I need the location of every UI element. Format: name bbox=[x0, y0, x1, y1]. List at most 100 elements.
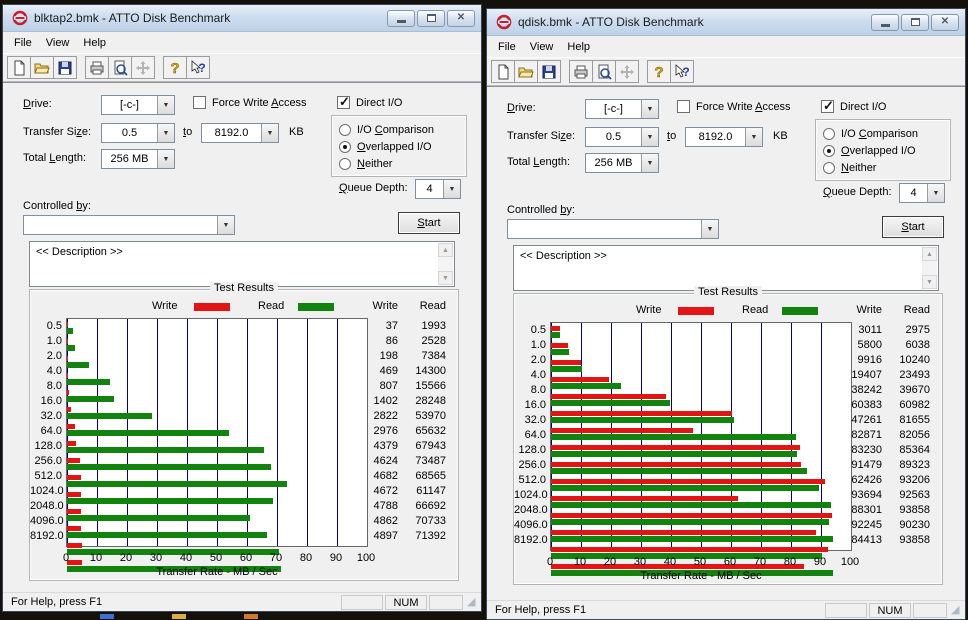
read-bar bbox=[551, 332, 560, 338]
desktop-icon-fragment bbox=[172, 614, 186, 619]
print-preview-button[interactable] bbox=[592, 60, 616, 83]
chevron-down-icon[interactable]: ▼ bbox=[217, 216, 234, 234]
open-button[interactable] bbox=[30, 56, 54, 79]
print-preview-button[interactable] bbox=[108, 56, 132, 79]
direct-io-checkbox[interactable]: Direct I/O bbox=[337, 96, 402, 109]
transfer-to-select[interactable]: 8192.0▼ bbox=[685, 127, 763, 147]
read-value: 28248 bbox=[396, 394, 446, 409]
help-button[interactable]: ? bbox=[647, 60, 671, 83]
controlled-by-select[interactable]: ▼ bbox=[23, 215, 235, 235]
print-button[interactable] bbox=[569, 60, 593, 83]
chevron-down-icon[interactable]: ▼ bbox=[927, 184, 944, 202]
titlebar[interactable]: qdisk.bmk - ATTO Disk Benchmark ✕ bbox=[487, 9, 965, 36]
x-axis-tick: 20 bbox=[604, 556, 616, 568]
chart-row bbox=[551, 411, 851, 426]
save-button[interactable] bbox=[537, 60, 561, 83]
print-button[interactable] bbox=[85, 56, 109, 79]
y-axis-label: 4096.0 bbox=[514, 518, 546, 533]
minimize-icon bbox=[881, 24, 890, 27]
y-axis-label: 2048.0 bbox=[514, 503, 546, 518]
scroll-down-icon[interactable]: ▼ bbox=[922, 275, 937, 289]
x-axis-tick: 40 bbox=[664, 556, 676, 568]
drive-select[interactable]: [-c-]▼ bbox=[585, 99, 659, 119]
chevron-down-icon[interactable]: ▼ bbox=[261, 124, 278, 142]
chevron-down-icon[interactable]: ▼ bbox=[157, 96, 174, 114]
radio-io-comparison[interactable]: I/O Comparison bbox=[339, 121, 466, 138]
context-help-button[interactable]: ? bbox=[670, 60, 694, 83]
menu-file[interactable]: File bbox=[491, 39, 523, 55]
chevron-down-icon[interactable]: ▼ bbox=[641, 128, 658, 146]
plot-area bbox=[550, 322, 852, 551]
direct-io-checkbox[interactable]: Direct I/O bbox=[821, 100, 886, 113]
minimize-button[interactable] bbox=[387, 10, 415, 27]
radio-neither[interactable]: Neither bbox=[339, 155, 466, 172]
new-button[interactable] bbox=[7, 56, 31, 79]
resize-grip[interactable]: ◢ bbox=[951, 604, 964, 617]
close-button[interactable]: ✕ bbox=[931, 14, 959, 31]
force-write-access-checkbox[interactable]: Force Write Access bbox=[677, 100, 791, 113]
resize-grip[interactable]: ◢ bbox=[467, 596, 480, 609]
total-length-select[interactable]: 256 MB▼ bbox=[585, 153, 659, 173]
chevron-down-icon[interactable]: ▼ bbox=[701, 220, 718, 238]
chevron-down-icon[interactable]: ▼ bbox=[157, 150, 174, 168]
radio-io-comparison[interactable]: I/O Comparison bbox=[823, 125, 950, 142]
pan-arrows-icon bbox=[619, 64, 635, 80]
chart-row bbox=[551, 377, 851, 392]
queue-depth-select[interactable]: 4▼ bbox=[899, 183, 945, 203]
menu-view[interactable]: View bbox=[39, 35, 77, 51]
chevron-down-icon[interactable]: ▼ bbox=[641, 154, 658, 172]
radio-overlapped-io[interactable]: Overlapped I/O bbox=[823, 142, 950, 159]
menu-view[interactable]: View bbox=[523, 39, 561, 55]
write-bar bbox=[551, 513, 832, 518]
minimize-button[interactable] bbox=[871, 14, 899, 31]
total-length-label: Total Length: bbox=[507, 156, 570, 168]
legend-write-label: Write bbox=[636, 304, 661, 316]
maximize-button[interactable] bbox=[901, 14, 929, 31]
chart-row bbox=[551, 445, 851, 460]
chevron-down-icon[interactable]: ▼ bbox=[157, 124, 174, 142]
help-icon: ? bbox=[167, 60, 183, 76]
help-button[interactable]: ? bbox=[163, 56, 187, 79]
legend-write-swatch bbox=[678, 307, 714, 315]
controlled-by-select[interactable]: ▼ bbox=[507, 219, 719, 239]
description-box[interactable]: << Description >> ▲ ▼ bbox=[513, 245, 939, 291]
description-box[interactable]: << Description >> ▲ ▼ bbox=[29, 241, 455, 287]
pan-button[interactable] bbox=[131, 56, 155, 79]
description-scrollbar[interactable]: ▲ ▼ bbox=[922, 247, 937, 289]
total-length-select[interactable]: 256 MB▼ bbox=[101, 149, 175, 169]
chevron-down-icon[interactable]: ▼ bbox=[443, 180, 460, 198]
new-button[interactable] bbox=[491, 60, 515, 83]
transfer-from-select[interactable]: 0.5▼ bbox=[101, 123, 175, 143]
y-axis-label: 2.0 bbox=[30, 349, 62, 364]
write-value: 83230 bbox=[832, 443, 882, 458]
description-scrollbar[interactable]: ▲ ▼ bbox=[438, 243, 453, 285]
chevron-down-icon[interactable]: ▼ bbox=[745, 128, 762, 146]
drive-select[interactable]: [-c-]▼ bbox=[101, 95, 175, 115]
queue-depth-select[interactable]: 4▼ bbox=[415, 179, 461, 199]
maximize-button[interactable] bbox=[417, 10, 445, 27]
y-axis-label: 4.0 bbox=[30, 364, 62, 379]
desktop-icon-fragment bbox=[100, 614, 114, 619]
menu-help[interactable]: Help bbox=[560, 39, 597, 55]
transfer-to-select[interactable]: 8192.0▼ bbox=[201, 123, 279, 143]
scroll-up-icon[interactable]: ▲ bbox=[922, 247, 937, 261]
close-button[interactable]: ✕ bbox=[447, 10, 475, 27]
scroll-down-icon[interactable]: ▼ bbox=[438, 271, 453, 285]
scroll-up-icon[interactable]: ▲ bbox=[438, 243, 453, 257]
titlebar[interactable]: blktap2.bmk - ATTO Disk Benchmark ✕ bbox=[3, 5, 481, 32]
context-help-button[interactable]: ? bbox=[186, 56, 210, 79]
force-write-access-checkbox[interactable]: Force Write Access bbox=[193, 96, 307, 109]
pan-button[interactable] bbox=[615, 60, 639, 83]
x-axis-tick: 90 bbox=[814, 556, 826, 568]
start-button[interactable]: Start bbox=[882, 216, 944, 238]
save-button[interactable] bbox=[53, 56, 77, 79]
start-button[interactable]: Start bbox=[398, 212, 460, 234]
radio-neither[interactable]: Neither bbox=[823, 159, 950, 176]
open-button[interactable] bbox=[514, 60, 538, 83]
open-folder-icon bbox=[518, 64, 534, 80]
chevron-down-icon[interactable]: ▼ bbox=[641, 100, 658, 118]
radio-overlapped-io[interactable]: Overlapped I/O bbox=[339, 138, 466, 155]
menu-help[interactable]: Help bbox=[76, 35, 113, 51]
transfer-from-select[interactable]: 0.5▼ bbox=[585, 127, 659, 147]
menu-file[interactable]: File bbox=[7, 35, 39, 51]
